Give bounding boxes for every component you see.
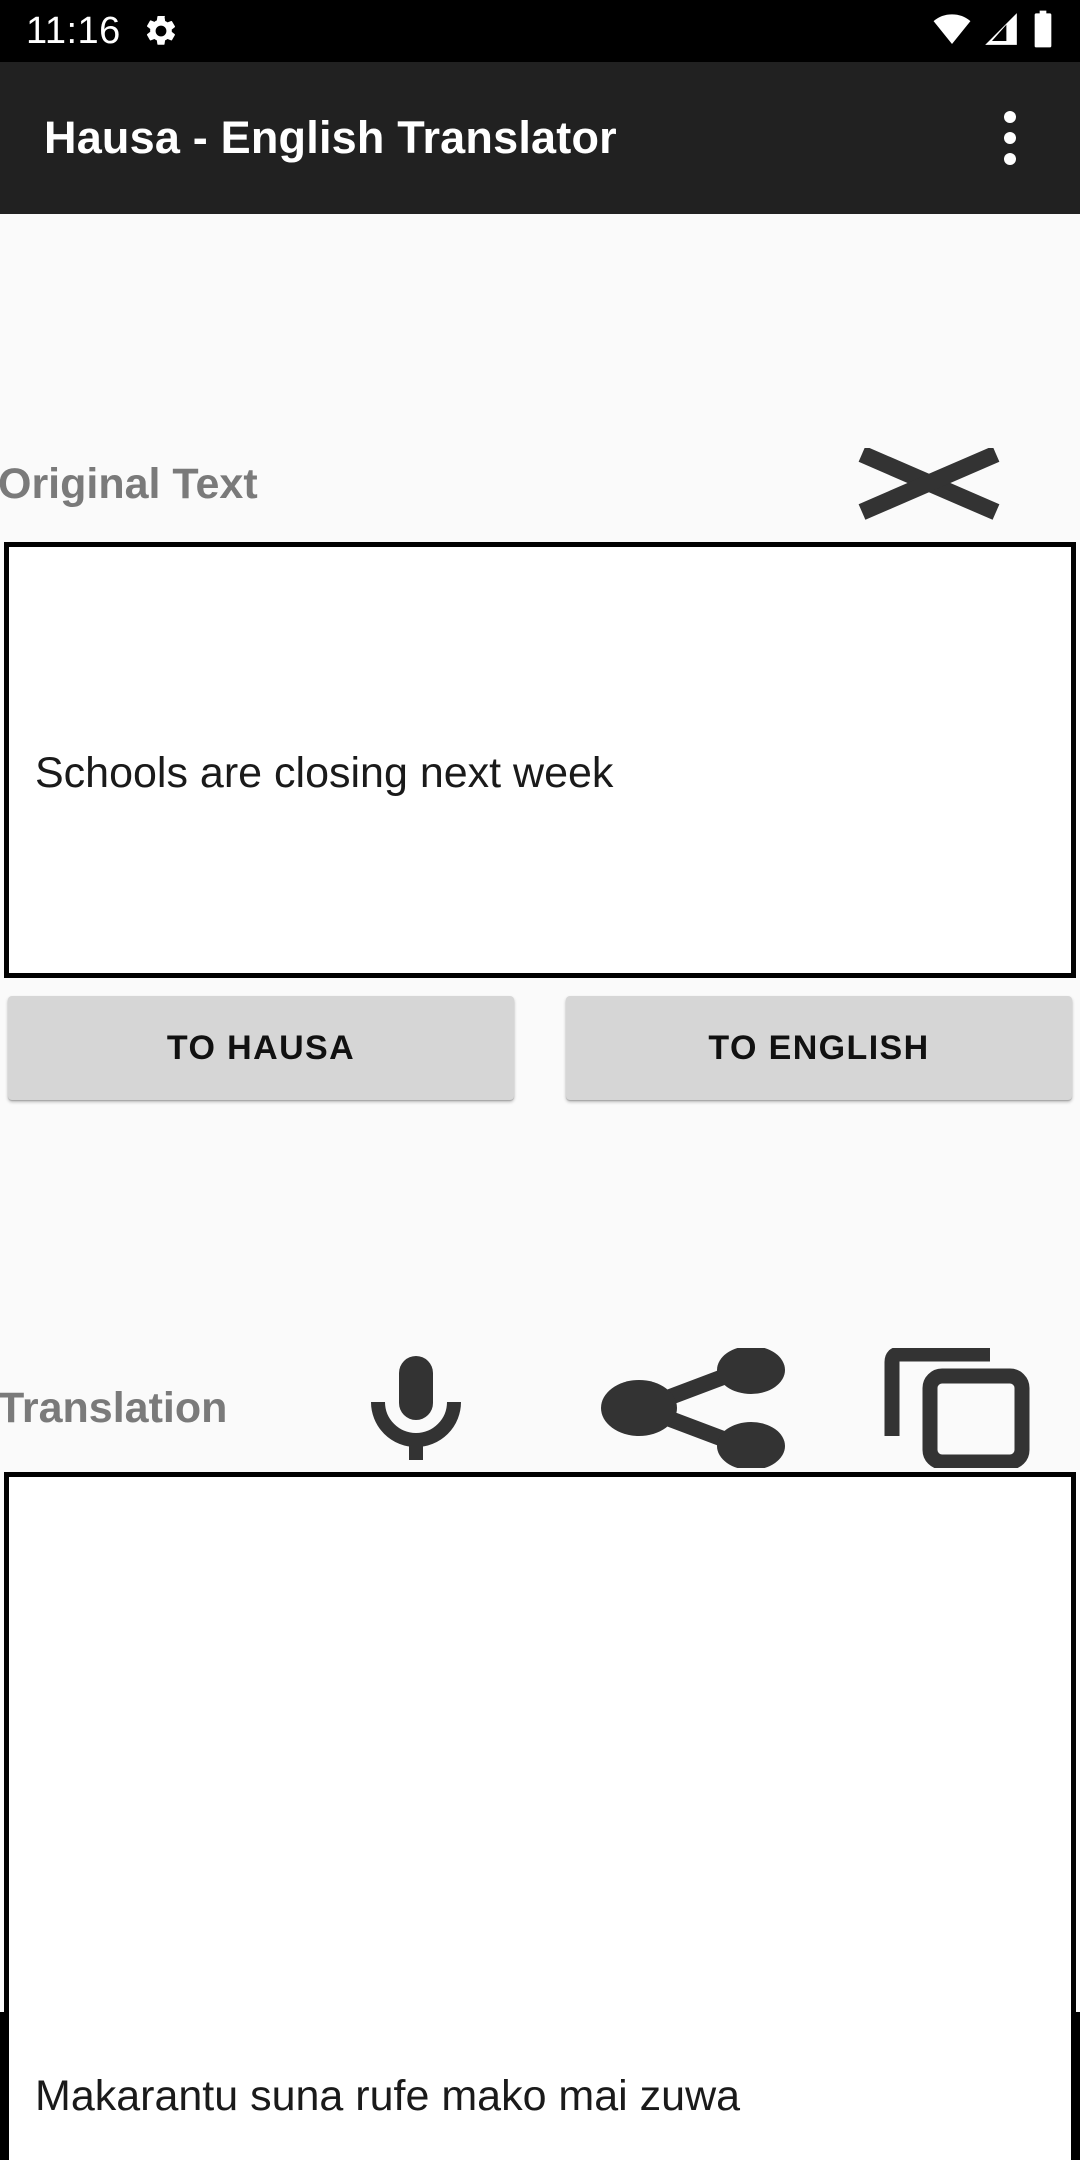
original-text-label: Original Text (0, 459, 258, 508)
translate-button-row: TO HAUSA TO ENGLISH (8, 996, 1072, 1100)
to-hausa-button[interactable]: TO HAUSA (8, 996, 514, 1100)
status-bar: 11:16 (0, 0, 1080, 62)
share-icon[interactable] (584, 1346, 804, 1470)
app-title: Hausa - English Translator (44, 112, 617, 163)
status-icons-group (932, 9, 1056, 54)
phone-screen: 11:16 Hausa - English Translator Origina… (0, 0, 1080, 2160)
translation-label: Translation (0, 1383, 228, 1432)
translation-output[interactable]: Makarantu suna rufe mako mai zuwa (4, 1472, 1076, 2160)
cellular-signal-icon (982, 10, 1020, 53)
status-time: 11:16 (26, 10, 121, 52)
translation-value: Makarantu suna rufe mako mai zuwa (35, 2072, 741, 2121)
more-vertical-icon[interactable] (968, 96, 1052, 180)
microphone-icon[interactable] (336, 1346, 496, 1470)
copy-icon[interactable] (864, 1346, 1050, 1470)
battery-icon (1030, 9, 1056, 54)
wifi-icon (932, 10, 972, 53)
main-content: Original Text Schools are closing next w… (0, 214, 1080, 2160)
original-text-value: Schools are closing next week (35, 749, 614, 798)
close-x-icon[interactable] (846, 442, 1012, 526)
gear-icon (143, 13, 179, 49)
app-bar: Hausa - English Translator (0, 62, 1080, 214)
original-text-input[interactable]: Schools are closing next week (4, 542, 1076, 978)
to-english-button[interactable]: TO ENGLISH (566, 996, 1072, 1100)
